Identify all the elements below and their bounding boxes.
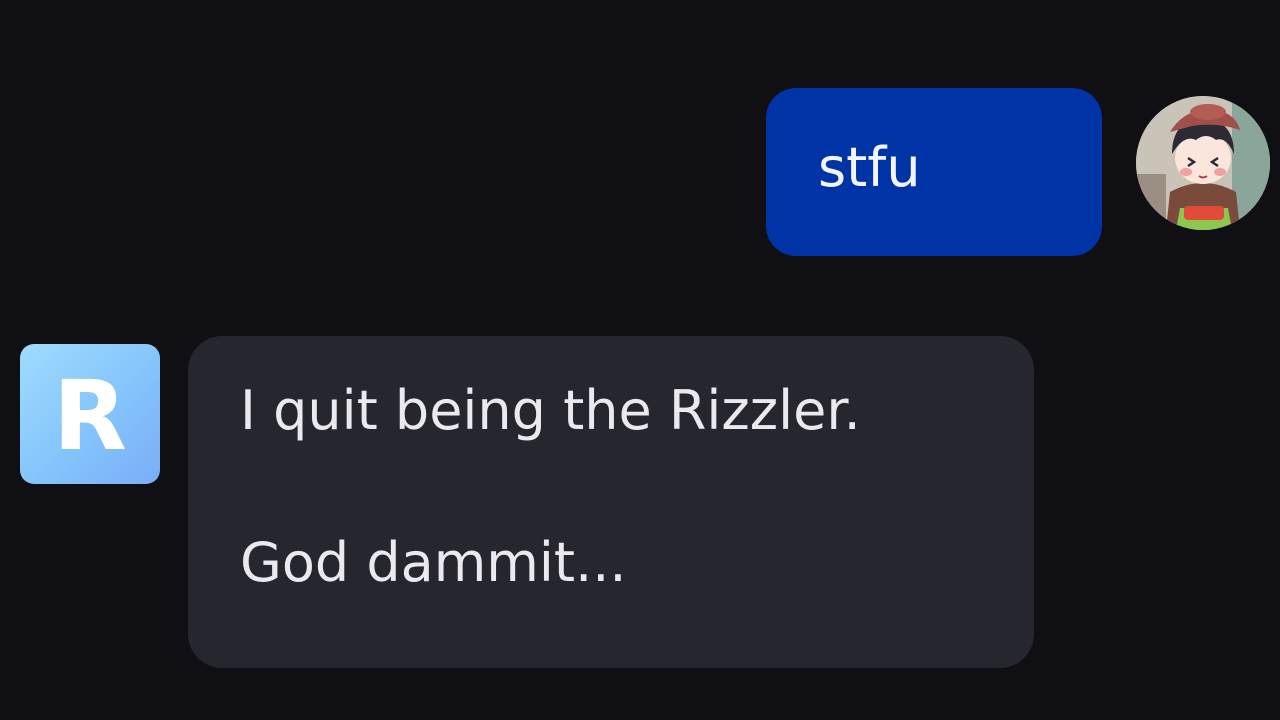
bot-message-bubble: I quit being the Rizzler. God dammit... — [188, 336, 1034, 668]
chat-screen: stfu R I quit being the Rizzler. God dam… — [0, 0, 1280, 720]
user-message-bubble: stfu — [766, 88, 1102, 256]
bot-message-line: I quit being the Rizzler. — [240, 379, 861, 442]
bot-avatar[interactable]: R — [20, 344, 160, 484]
user-message-text: stfu — [818, 136, 921, 199]
anime-character-avatar-icon — [1136, 96, 1270, 230]
user-avatar[interactable] — [1136, 96, 1270, 230]
bot-avatar-letter: R — [53, 360, 127, 472]
bot-message-line: God dammit... — [240, 531, 627, 594]
